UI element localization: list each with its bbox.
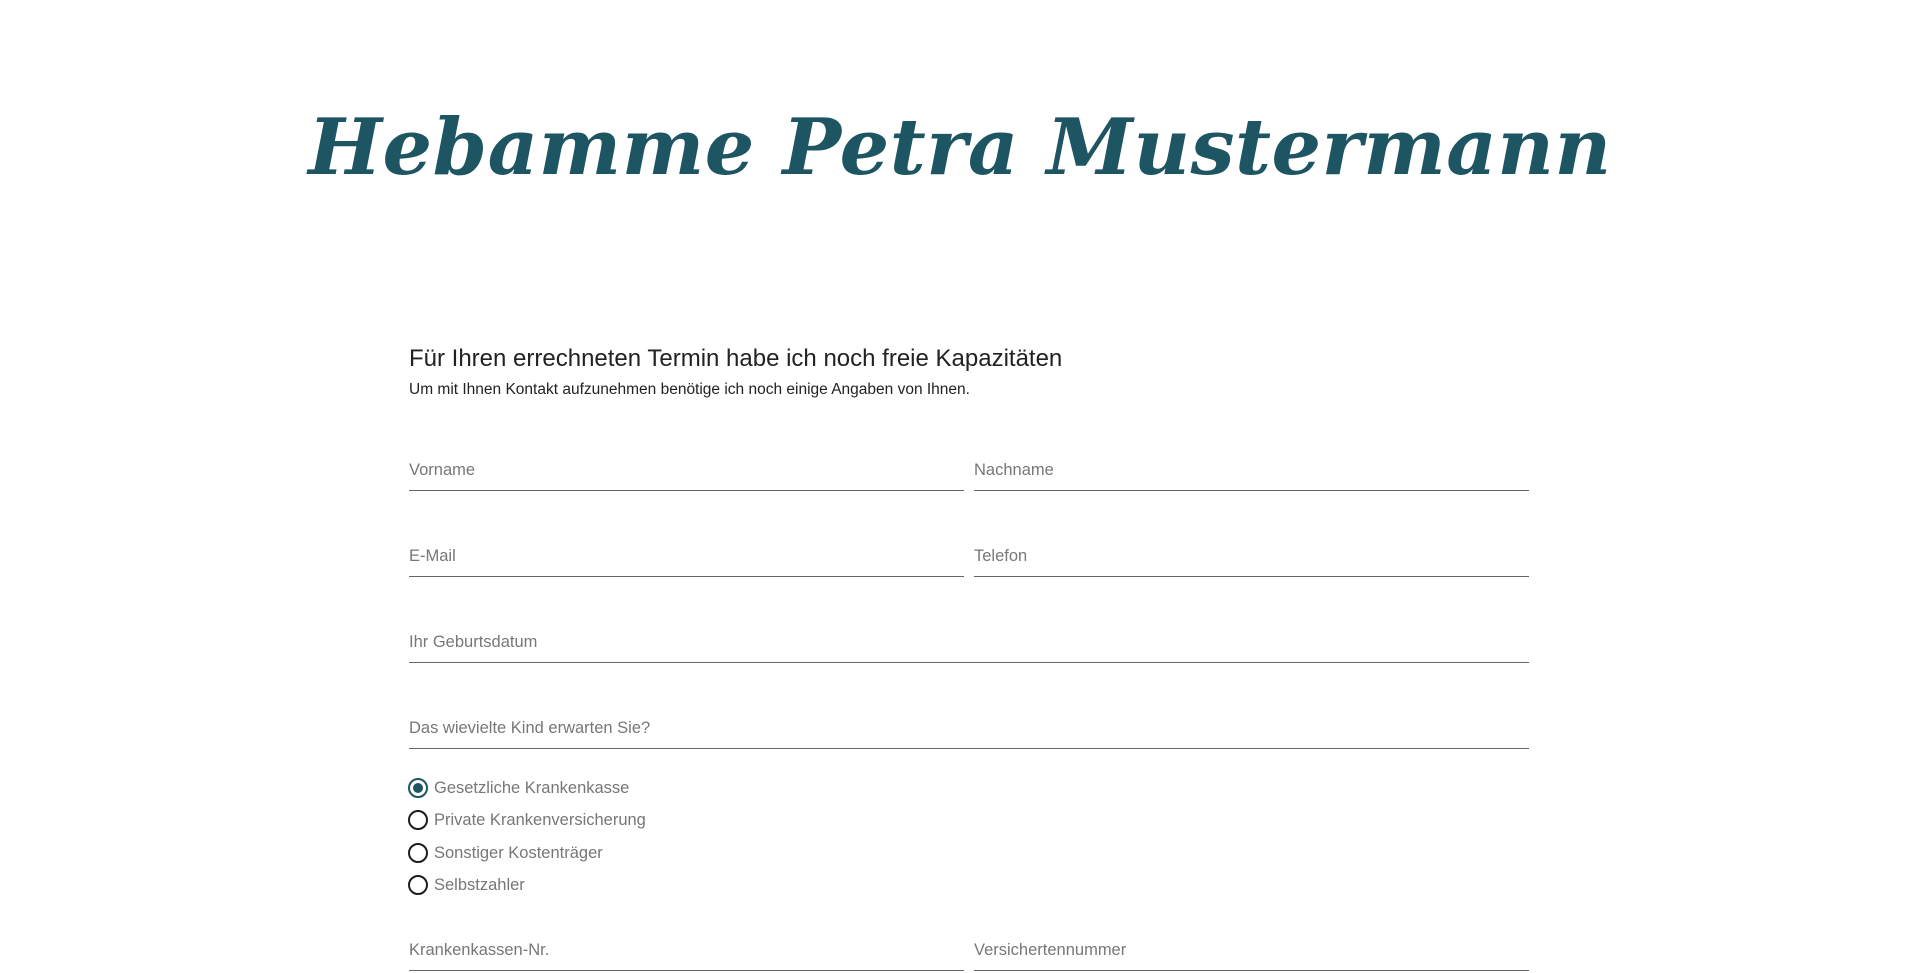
radio-label: Gesetzliche Krankenkasse [434,779,630,798]
krankenkassen-nr-input[interactable] [409,931,964,969]
radio-label: Selbstzahler [434,876,525,895]
radio-sonstiger-kostentraeger[interactable]: Sonstiger Kostenträger [408,837,1008,869]
geburtsdatum-input[interactable] [409,623,1529,661]
telefon-field[interactable] [974,537,1529,577]
radio-checked-icon[interactable] [408,778,428,799]
kind-field[interactable] [409,709,1529,749]
radio-label: Private Krankenversicherung [434,811,646,830]
email-field[interactable] [409,537,964,577]
vorname-input[interactable] [409,451,964,489]
radio-gesetzliche-krankenkasse[interactable]: Gesetzliche Krankenkasse [408,772,1008,804]
geburtsdatum-field[interactable] [409,623,1529,663]
intro-text: Um mit Ihnen Kontakt aufzunehmen benötig… [409,381,970,398]
site-title: Hebamme Petra Mustermann [308,102,1612,193]
telefon-input[interactable] [974,537,1529,575]
radio-private-krankenversicherung[interactable]: Private Krankenversicherung [408,804,1008,836]
kind-input[interactable] [409,709,1529,747]
nachname-field[interactable] [974,451,1529,491]
nachname-input[interactable] [974,451,1529,489]
versichertennummer-input[interactable] [974,931,1529,969]
insurance-radio-group: Gesetzliche Krankenkasse Private Kranken… [408,772,1008,901]
radio-unchecked-icon[interactable] [408,842,428,863]
vorname-field[interactable] [409,451,964,491]
radio-unchecked-icon[interactable] [408,810,428,831]
intro-section: Für Ihren errechneten Termin habe ich no… [409,343,1529,401]
versichertennummer-field[interactable] [974,931,1529,971]
radio-selbstzahler[interactable]: Selbstzahler [408,869,1008,901]
radio-label: Sonstiger Kostenträger [434,843,603,862]
krankenkassen-nr-field[interactable] [409,931,964,971]
page: Hebamme Petra Mustermann Für Ihren errec… [0,0,1920,973]
email-input[interactable] [409,537,964,575]
intro-heading: Für Ihren errechneten Termin habe ich no… [409,345,1063,372]
radio-unchecked-icon[interactable] [408,875,428,896]
